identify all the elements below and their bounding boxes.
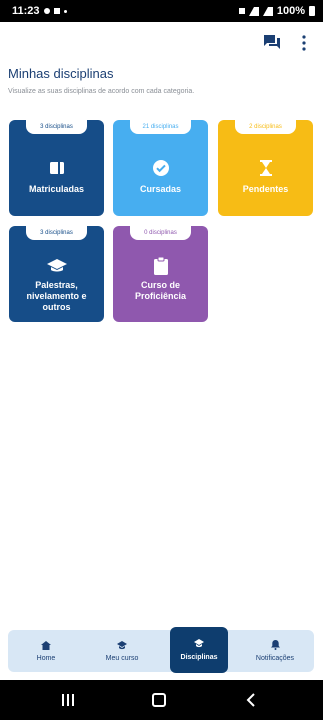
category-count: 2 disciplinas	[235, 120, 296, 134]
nav-label: Disciplinas	[180, 654, 218, 661]
book-icon	[47, 158, 67, 178]
status-bar: 11:23 100%	[0, 0, 323, 22]
nav-item-notificacoes[interactable]: Notificações	[246, 630, 304, 672]
more-vert-icon[interactable]	[300, 34, 308, 52]
back-icon[interactable]	[244, 693, 258, 707]
app-notification-icon	[53, 8, 60, 14]
category-label: Palestras, nivelamento e outros	[26, 280, 87, 312]
category-count: 3 disciplinas	[26, 120, 87, 134]
category-card-cursadas[interactable]: 21 disciplinas Cursadas	[113, 120, 208, 216]
bottom-nav: Home Meu curso Disciplinas Notificações	[8, 627, 314, 673]
category-card-palestras[interactable]: 3 disciplinas Palestras, nivelamento e o…	[9, 226, 104, 322]
nav-item-home[interactable]: Home	[26, 630, 66, 672]
bell-icon	[270, 640, 280, 650]
category-label: Matriculadas	[28, 184, 85, 194]
home-icon	[41, 640, 51, 650]
mute-icon	[238, 8, 245, 14]
battery-icon	[309, 6, 315, 16]
page-title: Minhas disciplinas	[8, 66, 114, 81]
system-nav-bar	[0, 680, 323, 720]
nav-item-disciplinas[interactable]: Disciplinas	[170, 627, 228, 673]
category-label: Curso de Proficiência	[134, 280, 187, 301]
school-icon	[194, 639, 204, 648]
graduation-cap-icon	[46, 256, 67, 276]
chat-icon[interactable]	[262, 34, 282, 52]
nav-item-meu-curso[interactable]: Meu curso	[96, 630, 148, 672]
category-count: 3 disciplinas	[26, 226, 87, 240]
app-bar	[0, 22, 323, 64]
check-circle-icon	[151, 158, 171, 178]
status-time: 11:23	[12, 5, 40, 17]
nav-label: Meu curso	[105, 654, 139, 662]
nav-label: Notificações	[255, 655, 295, 662]
category-count: 21 disciplinas	[130, 120, 191, 134]
category-label: Cursadas	[139, 184, 182, 194]
category-card-proficiencia[interactable]: 0 disciplinas Curso de Proficiência	[113, 226, 208, 322]
home-button-icon[interactable]	[152, 693, 166, 707]
wifi-icon	[248, 6, 259, 16]
school-icon	[117, 640, 127, 649]
signal-icon	[262, 6, 273, 16]
category-card-matriculadas[interactable]: 3 disciplinas Matriculadas	[9, 120, 104, 216]
recents-icon[interactable]	[62, 694, 76, 706]
dot-icon	[63, 9, 67, 13]
notification-icon	[43, 8, 50, 14]
battery-percent: 100%	[276, 5, 305, 17]
hourglass-icon	[256, 158, 276, 178]
nav-label: Home	[36, 654, 56, 662]
category-count: 0 disciplinas	[130, 226, 191, 240]
category-label: Pendentes	[242, 184, 289, 194]
category-card-pendentes[interactable]: 2 disciplinas Pendentes	[218, 120, 313, 216]
page-subtitle: Visualize as suas disciplinas de acordo …	[8, 88, 195, 95]
clipboard-icon	[151, 256, 171, 276]
